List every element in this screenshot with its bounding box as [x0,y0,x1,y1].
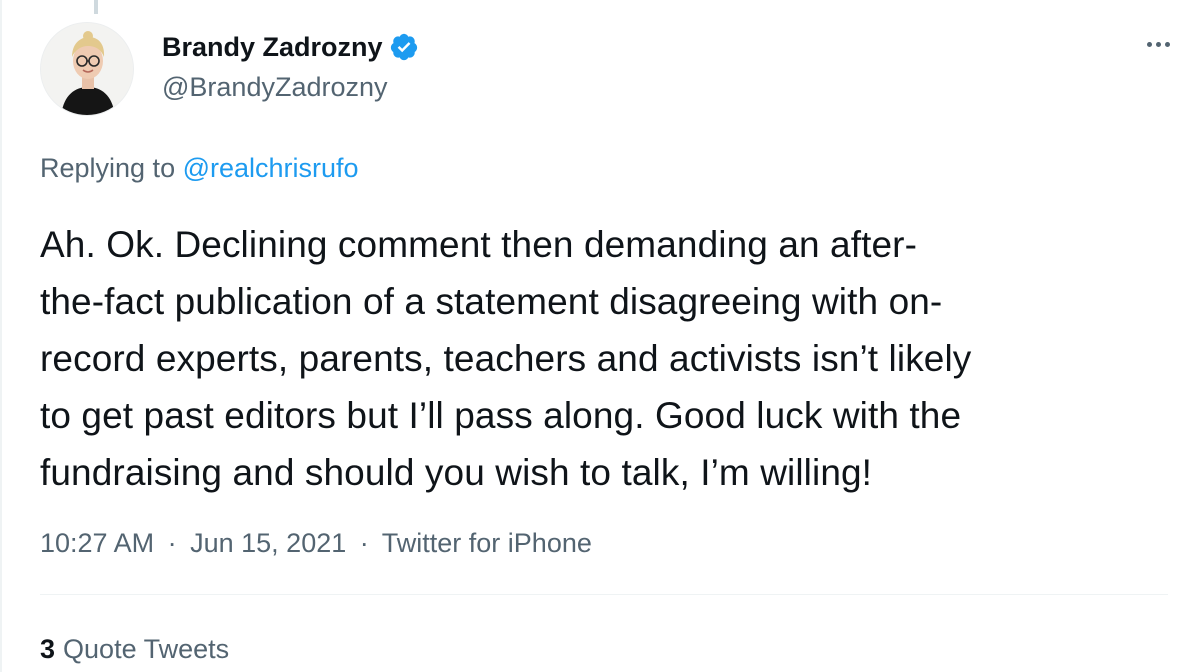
quote-count: 3 [40,634,56,664]
thread-connector-line [94,0,98,14]
author-handle[interactable]: @BrandyZadrozny [162,72,419,103]
more-horizontal-icon [1164,41,1170,47]
more-options-button[interactable] [1138,34,1178,54]
profile-photo-icon [41,23,133,115]
meta-separator: · [359,528,369,558]
author-block: Brandy Zadrozny @BrandyZadrozny [162,30,419,103]
tweet-detail: Brandy Zadrozny @BrandyZadrozny Replying… [0,0,1198,672]
divider [40,594,1168,595]
avatar[interactable] [40,22,134,116]
quote-label: Quote Tweets [63,634,230,664]
author-name-row: Brandy Zadrozny [162,30,419,64]
tweet-source-link[interactable]: Twitter for iPhone [382,528,592,558]
more-horizontal-icon [1146,41,1152,47]
more-horizontal-icon [1155,41,1161,47]
replying-to-prefix: Replying to [40,153,176,183]
quote-tweets-link[interactable]: 3 Quote Tweets [40,634,229,665]
tweet-text: Ah. Ok. Declining comment then demanding… [40,224,972,493]
replying-to-handle-link[interactable]: @realchrisrufo [183,153,359,183]
tweet-date[interactable]: Jun 15, 2021 [190,528,346,558]
tweet-metadata: 10:27 AM · Jun 15, 2021 · Twitter for iP… [40,528,592,559]
author-display-name[interactable]: Brandy Zadrozny [162,32,383,63]
verified-badge-icon [390,33,417,61]
replying-to: Replying to @realchrisrufo [40,153,359,184]
tweet-time[interactable]: 10:27 AM [40,528,154,558]
meta-separator: · [167,528,177,558]
